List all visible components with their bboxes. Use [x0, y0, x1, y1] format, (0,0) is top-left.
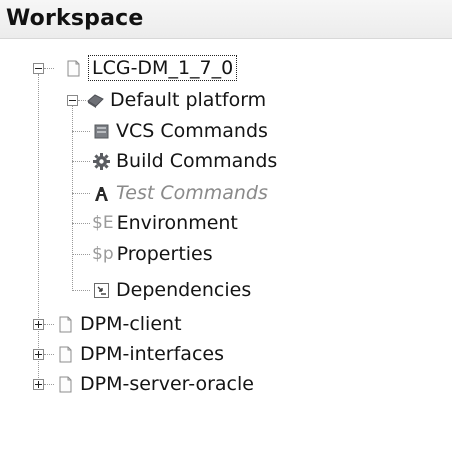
tree-connector	[44, 384, 54, 385]
tree-node-label: Environment	[116, 212, 238, 234]
env-icon: $E	[92, 213, 114, 233]
platform-icon	[86, 91, 105, 110]
expand-toggle-dpm-interfaces[interactable]	[33, 349, 44, 360]
tree-node-environment[interactable]: $E Environment	[92, 208, 238, 238]
tree-node-test-commands[interactable]: Test Commands	[92, 178, 268, 208]
tree-node-properties[interactable]: $p Properties	[92, 239, 213, 269]
panel-title: Workspace	[6, 6, 144, 31]
tree-connector	[44, 324, 54, 325]
tree-node-root[interactable]: LCG-DM_1_7_0	[64, 53, 238, 83]
tree-connector	[72, 290, 90, 291]
tree-node-dpm-interfaces[interactable]: DPM-interfaces	[56, 339, 224, 369]
tree-node-label: Default platform	[110, 89, 267, 111]
tree-connector	[44, 68, 54, 69]
tree-node-dpm-server-oracle[interactable]: DPM-server-oracle	[56, 369, 254, 399]
tree-node-label: VCS Commands	[116, 120, 268, 142]
tree-node-dpm-client[interactable]: DPM-client	[56, 309, 182, 339]
tree-node-vcs-commands[interactable]: VCS Commands	[92, 116, 268, 146]
tree-node-label: DPM-interfaces	[80, 343, 224, 365]
tree-connector	[44, 354, 54, 355]
collapse-toggle-root[interactable]	[33, 63, 44, 74]
file-icon	[56, 315, 75, 334]
tree-node-label: LCG-DM_1_7_0	[88, 55, 238, 81]
collapse-toggle-platform[interactable]	[67, 95, 78, 106]
workspace-tree[interactable]: LCG-DM_1_7_0 Default platform VCS Comman…	[0, 38, 452, 451]
gear-icon	[92, 152, 111, 171]
test-icon	[92, 184, 111, 203]
tree-node-platform[interactable]: Default platform	[86, 85, 266, 115]
dependencies-icon	[92, 281, 111, 300]
tree-connector	[72, 106, 73, 291]
tree-node-label: DPM-client	[80, 313, 182, 335]
tree-connector	[78, 100, 86, 101]
file-icon	[64, 59, 83, 78]
tree-connector	[38, 74, 39, 384]
tree-connector	[72, 131, 90, 132]
vcs-icon	[92, 122, 111, 141]
tree-node-label: Test Commands	[116, 182, 268, 204]
tree-connector	[72, 193, 90, 194]
tree-connector	[72, 161, 90, 162]
tree-connector	[72, 254, 90, 255]
panel-header: Workspace	[0, 0, 452, 39]
tree-node-label: Build Commands	[116, 150, 278, 172]
tree-node-build-commands[interactable]: Build Commands	[92, 146, 277, 176]
tree-connector	[72, 223, 90, 224]
tree-node-label: DPM-server-oracle	[80, 373, 254, 395]
file-icon	[56, 375, 75, 394]
tree-node-label: Properties	[116, 243, 213, 265]
expand-toggle-dpm-server-oracle[interactable]	[33, 379, 44, 390]
props-icon: $p	[92, 244, 114, 264]
workspace-panel: Workspace LCG-DM_1_7_0 Default platform …	[0, 0, 452, 451]
file-icon	[56, 345, 75, 364]
expand-toggle-dpm-client[interactable]	[33, 319, 44, 330]
tree-node-label: Dependencies	[116, 279, 252, 301]
tree-node-dependencies[interactable]: Dependencies	[92, 275, 251, 305]
